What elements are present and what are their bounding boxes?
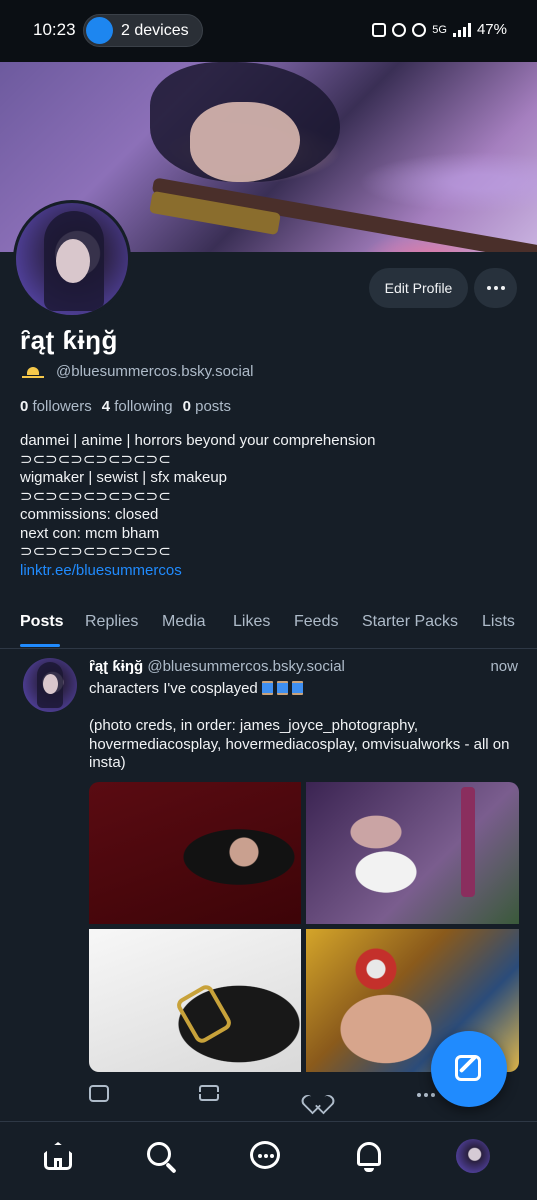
bio-line: wigmaker | sewist | sfx makeup xyxy=(20,469,228,486)
handle-row: @bluesummercos.bsky.social xyxy=(20,361,254,381)
post-timestamp: now xyxy=(490,658,518,675)
status-time: 10:23 xyxy=(33,20,76,39)
post-header: ȓąʈ ƙɨŋğ @bluesummercos.bsky.social xyxy=(89,658,345,675)
post-author-avatar[interactable] xyxy=(23,658,77,712)
post-author-name[interactable]: ȓąʈ ƙɨŋğ xyxy=(89,658,143,675)
thread-spool-icon xyxy=(261,681,273,695)
profile-stats: 0 followers 4 following 0 posts xyxy=(20,398,231,415)
signal-icon xyxy=(452,22,471,37)
tab-likes[interactable]: Likes xyxy=(233,613,270,631)
post-image[interactable] xyxy=(89,929,301,1072)
edit-profile-button[interactable]: Edit Profile xyxy=(369,268,468,308)
post-actions xyxy=(89,1085,449,1109)
profile-bio: danmei | anime | horrors beyond your com… xyxy=(20,432,520,580)
more-icon xyxy=(486,286,505,290)
bio-link[interactable]: linktr.ee/bluesummercos xyxy=(20,562,520,581)
home-icon[interactable] xyxy=(41,1140,75,1174)
bio-divider: ⊃⊂⊃⊂⊃⊂⊃⊂⊃⊂⊃⊂ xyxy=(20,450,171,468)
profile-more-button[interactable] xyxy=(474,268,517,308)
battery-level: 47% xyxy=(476,21,507,38)
post-image-gallery xyxy=(89,782,519,1072)
post-text-credits: (photo creds, in order: james_joyce_phot… xyxy=(89,717,510,771)
like-icon[interactable] xyxy=(308,1087,326,1103)
post-text: characters I've cosplayed (photo creds, … xyxy=(89,680,519,773)
bio-line: next con: mcm bham xyxy=(20,524,160,542)
nfc-icon xyxy=(372,22,387,37)
bottom-navigation xyxy=(0,1121,537,1200)
mute-icon xyxy=(412,22,427,37)
profile-handle: @bluesummercos.bsky.social xyxy=(56,362,254,380)
thread-spool-icon xyxy=(276,681,288,695)
connected-devices-chip[interactable]: 2 devices xyxy=(83,14,203,47)
following-stat[interactable]: 4 following xyxy=(102,398,173,415)
avatar-face xyxy=(56,239,90,283)
active-tab-indicator xyxy=(20,644,60,647)
status-bar: 10:23 2 devices 5G 47% xyxy=(0,0,537,62)
tab-starter-packs[interactable]: Starter Packs xyxy=(362,613,458,631)
avatar[interactable] xyxy=(456,1139,490,1173)
more-icon[interactable] xyxy=(417,1093,435,1097)
tab-replies[interactable]: Replies xyxy=(85,613,138,631)
bell-icon[interactable] xyxy=(352,1140,386,1174)
tab-feeds[interactable]: Feeds xyxy=(294,613,338,631)
post-image[interactable] xyxy=(89,782,301,924)
chat-icon[interactable] xyxy=(249,1140,283,1174)
post-author-handle[interactable]: @bluesummercos.bsky.social xyxy=(147,658,345,675)
status-icons: 5G 47% xyxy=(372,21,507,38)
bio-divider: ⊃⊂⊃⊂⊃⊂⊃⊂⊃⊂⊃⊂ xyxy=(20,487,171,505)
bio-divider: ⊃⊂⊃⊂⊃⊂⊃⊂⊃⊂⊃⊂ xyxy=(20,543,171,560)
wifi-sharing-icon xyxy=(86,17,113,44)
network-type: 5G xyxy=(432,23,447,36)
repost-icon[interactable] xyxy=(199,1085,219,1101)
followers-stat[interactable]: 0 followers xyxy=(20,398,92,415)
profile-tabs: Posts Replies Media Likes Feeds Starter … xyxy=(0,611,537,649)
sunrise-icon xyxy=(20,361,46,381)
post-image[interactable] xyxy=(306,782,519,924)
reply-icon[interactable] xyxy=(89,1085,109,1102)
search-icon[interactable] xyxy=(145,1140,179,1174)
devices-label: 2 devices xyxy=(121,22,189,39)
post-text-line: characters I've cosplayed xyxy=(89,680,258,697)
compose-button[interactable] xyxy=(431,1031,507,1107)
tab-posts[interactable]: Posts xyxy=(20,613,64,631)
thread-spool-icon xyxy=(291,681,303,695)
posts-stat: 0 posts xyxy=(182,398,231,415)
tab-lists[interactable]: Lists xyxy=(482,613,515,631)
compose-icon xyxy=(455,1055,481,1081)
bio-line: danmei | anime | horrors beyond your com… xyxy=(20,432,376,449)
profile-display-name: ȓąʈ ƙɨŋğ xyxy=(20,325,118,355)
alarm-icon xyxy=(392,22,407,37)
tab-media[interactable]: Media xyxy=(162,613,206,631)
profile-avatar[interactable] xyxy=(13,200,131,318)
bio-line: commissions: closed xyxy=(20,506,159,523)
